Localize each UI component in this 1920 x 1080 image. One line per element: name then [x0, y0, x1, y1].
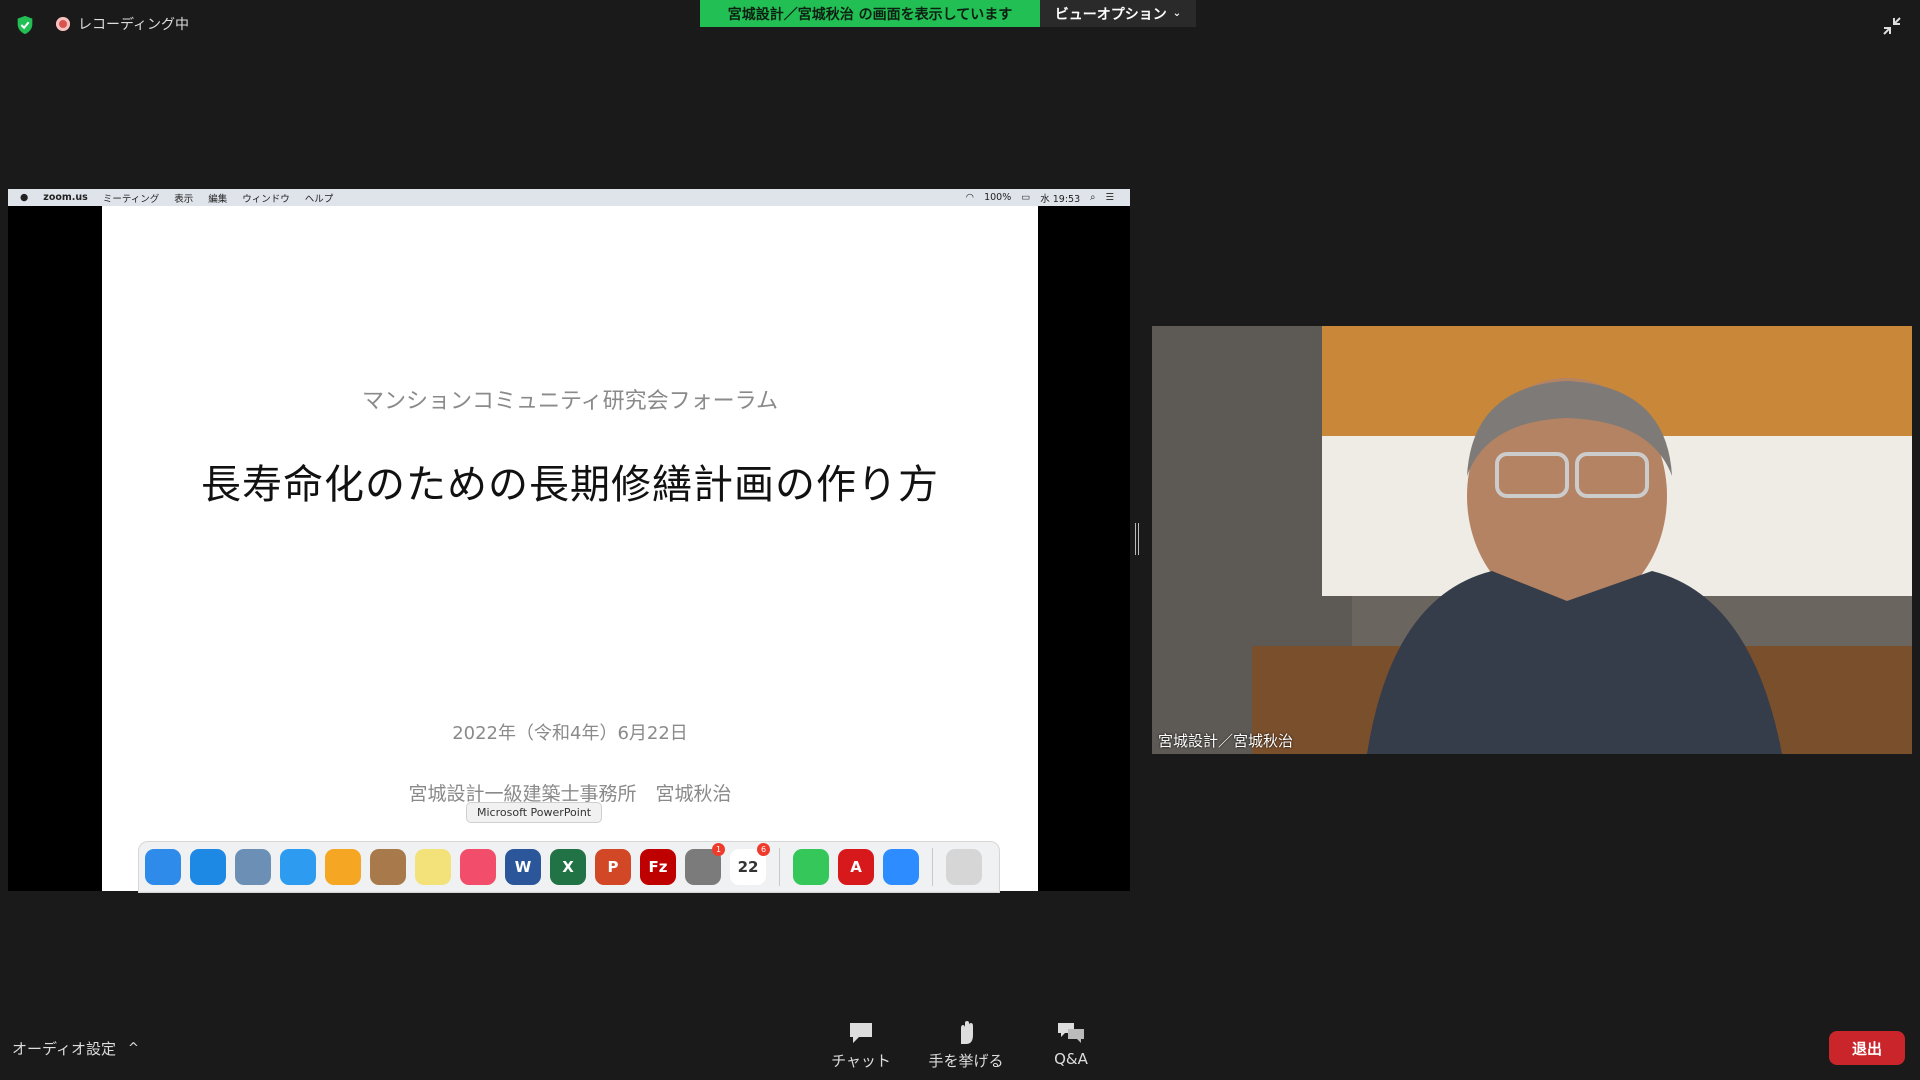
- battery-icon[interactable]: ▭: [1021, 192, 1030, 203]
- raise-hand-icon: [961, 1021, 973, 1044]
- security-shield-icon[interactable]: [14, 14, 36, 36]
- chat-button[interactable]: チャット: [821, 1020, 901, 1071]
- acrobat-glyph: A: [850, 858, 862, 876]
- zoom-icon[interactable]: [883, 849, 919, 885]
- screen-share-banner: 宮城設計／宮城秋治 の画面を表示しています: [700, 0, 1040, 27]
- mac-menu-bar: ● zoom.us ミーティング 表示 編集 ウィンドウ ヘルプ: [8, 189, 1130, 206]
- powerpoint-icon[interactable]: P: [595, 849, 631, 885]
- notes-icon[interactable]: [415, 849, 451, 885]
- panel-resize-handle[interactable]: [1135, 523, 1139, 555]
- menubar-clock[interactable]: 水 19:53: [1040, 191, 1080, 205]
- record-icon: [56, 17, 70, 31]
- dock-separator: [932, 848, 933, 886]
- view-options-label: ビューオプション: [1054, 6, 1167, 23]
- wifi-icon[interactable]: ◠: [966, 192, 974, 203]
- raise-hand-label: 手を挙げる: [928, 1052, 1004, 1070]
- mac-status-area: ◠ 100% ▭ 水 19:53 ⌕ ☰: [966, 189, 1114, 206]
- facetime-icon[interactable]: [793, 849, 829, 885]
- menu-edit[interactable]: 編集: [208, 191, 227, 205]
- recording-indicator[interactable]: レコーディング中: [56, 14, 189, 34]
- dock-separator: [779, 848, 780, 886]
- presentation-slide: マンションコミュニティ研究会フォーラム 長寿命化のための長期修繕計画の作り方 2…: [102, 206, 1038, 891]
- calendar-icon[interactable]: 22 6: [730, 843, 770, 885]
- slide-subtitle: マンションコミュニティ研究会フォーラム: [361, 389, 779, 414]
- trash-icon[interactable]: [946, 849, 982, 885]
- spotlight-search-icon[interactable]: ⌕: [1090, 192, 1095, 203]
- shared-screen: ● zoom.us ミーティング 表示 編集 ウィンドウ ヘルプ ◠ 100% …: [8, 189, 1130, 893]
- mac-dock: W X P Fz 1 22 6 A: [138, 841, 1000, 893]
- qa-button[interactable]: Q&A: [1031, 1020, 1111, 1068]
- chat-label: チャット: [831, 1052, 891, 1070]
- exit-fullscreen-icon[interactable]: [1880, 14, 1904, 38]
- filezilla-glyph: Fz: [648, 858, 668, 876]
- photos-icon[interactable]: [325, 849, 361, 885]
- preview-icon[interactable]: [235, 849, 271, 885]
- chevron-down-icon: ⌄: [1172, 8, 1182, 19]
- control-center-icon[interactable]: ☰: [1105, 192, 1114, 203]
- menu-window[interactable]: ウィンドウ: [242, 191, 290, 205]
- audio-settings-button[interactable]: オーディオ設定 ^: [12, 1038, 139, 1059]
- view-options-button[interactable]: ビューオプション ⌄: [1040, 0, 1196, 27]
- raise-hand-button[interactable]: 手を挙げる: [926, 1020, 1006, 1071]
- apple-icon[interactable]: ●: [20, 192, 28, 203]
- participant-video[interactable]: 宮城設計／宮城秋治: [1152, 326, 1912, 754]
- excel-glyph: X: [562, 858, 574, 876]
- chat-icon: [850, 1023, 872, 1043]
- finder-icon[interactable]: [145, 849, 181, 885]
- notification-badge: 6: [757, 843, 770, 856]
- video-frame: [1152, 326, 1912, 754]
- word-glyph: W: [514, 858, 532, 876]
- qa-icon: [1058, 1023, 1084, 1043]
- contacts-icon[interactable]: [370, 849, 406, 885]
- messages-icon[interactable]: [280, 849, 316, 885]
- battery-percent: 100%: [984, 192, 1012, 203]
- music-icon[interactable]: [460, 849, 496, 885]
- menu-view[interactable]: 表示: [174, 191, 193, 205]
- slide-date: 2022年（令和4年）6月22日: [452, 723, 688, 744]
- notification-badge: 1: [712, 843, 725, 856]
- filezilla-icon[interactable]: Fz: [640, 849, 676, 885]
- audio-settings-label: オーディオ設定: [12, 1040, 116, 1058]
- system-preferences-icon[interactable]: 1: [685, 843, 725, 885]
- excel-icon[interactable]: X: [550, 849, 586, 885]
- qa-label: Q&A: [1054, 1050, 1088, 1068]
- chevron-up-icon: ^: [127, 1041, 139, 1056]
- menu-help[interactable]: ヘルプ: [305, 191, 334, 205]
- powerpoint-glyph: P: [607, 858, 619, 876]
- recording-label: レコーディング中: [78, 17, 190, 33]
- leave-button[interactable]: 退出: [1829, 1031, 1905, 1065]
- dock-tooltip: Microsoft PowerPoint: [466, 802, 603, 823]
- slide-title: 長寿命化のための長期修繕計画の作り方: [201, 462, 939, 508]
- menu-meeting[interactable]: ミーティング: [103, 191, 159, 205]
- participant-name: 宮城設計／宮城秋治: [1158, 732, 1294, 750]
- acrobat-icon[interactable]: A: [838, 849, 874, 885]
- safari-icon[interactable]: [190, 849, 226, 885]
- word-icon[interactable]: W: [505, 849, 541, 885]
- menu-app-name[interactable]: zoom.us: [43, 192, 88, 203]
